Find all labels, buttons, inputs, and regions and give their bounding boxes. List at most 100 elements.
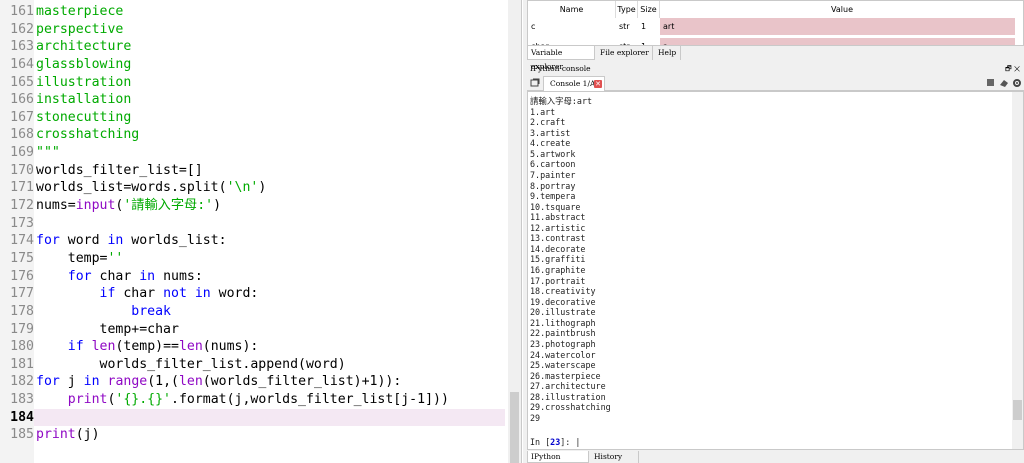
code-token: '\n' — [226, 180, 259, 196]
ipython-console-output[interactable]: 請輸入字母:art 1.art 2.craft 3.artist 4.create 5.a… — [527, 91, 1024, 450]
code-token: '' — [107, 250, 124, 266]
code-line[interactable]: 174 for word in worlds_list: — [0, 232, 505, 250]
code-token: illustration — [36, 74, 132, 90]
new-console-icon[interactable] — [529, 78, 540, 89]
console-toolbar: Console 1/A ✕ — [527, 76, 1024, 91]
code-line[interactable]: 170 worlds_filter_list=[] — [0, 161, 505, 180]
code-token: len — [178, 374, 203, 390]
code-line[interactable]: 176 for char in nums: — [0, 267, 505, 286]
code-token: (temp)== — [115, 339, 179, 355]
tab-variable-explorer[interactable]: Variable explorer — [527, 46, 595, 71]
line-number: 181 — [0, 355, 34, 374]
code-line[interactable]: 177 if char not in word: — [0, 285, 505, 303]
code-token: temp= — [36, 250, 108, 266]
code-line[interactable]: 166 installation — [0, 91, 505, 109]
console-title-label: IPython console — [530, 64, 591, 73]
console-output-line: 17.portrait — [530, 275, 586, 286]
code-text: for j in range(1,(len(worlds_filter_list… — [34, 374, 401, 389]
line-number: 166 — [0, 91, 34, 109]
code-line[interactable]: 162 perspective — [0, 20, 505, 39]
line-number: 169 — [0, 144, 34, 162]
code-line[interactable]: 185 print(j) — [0, 426, 505, 445]
console-scrollbar-thumb[interactable] — [1013, 400, 1022, 420]
column-header-type[interactable]: Type — [616, 1, 638, 18]
code-editor[interactable]: 161 masterpiece 162 perspective 163 architect… — [0, 0, 522, 463]
close-tab-icon[interactable]: ✕ — [594, 80, 602, 88]
code-line[interactable]: 180 if len(temp)==len(nums): — [0, 338, 505, 356]
line-number: 168 — [0, 126, 34, 145]
line-number: 184 — [0, 408, 34, 427]
code-token: """ — [36, 145, 60, 161]
var-value: a — [660, 38, 1015, 45]
line-number: 180 — [0, 338, 34, 356]
var-type: str — [616, 38, 638, 45]
code-line[interactable]: 161 masterpiece — [0, 3, 505, 21]
prompt-prefix: In [ — [530, 437, 551, 447]
tab-history-log[interactable]: History log — [591, 451, 639, 463]
code-line[interactable]: 171 worlds_list=words.split('\n') — [0, 179, 505, 198]
code-token: for — [36, 374, 60, 390]
line-number: 185 — [0, 426, 34, 445]
code-text: worlds_filter_list.append(word) — [34, 357, 346, 372]
column-header-value[interactable]: Value — [660, 1, 1023, 18]
console-input-prompt[interactable]: In [23]: | — [530, 437, 580, 447]
table-row[interactable]: char str 1 a — [528, 38, 1023, 45]
console-output-line: 4.create — [530, 138, 571, 149]
console-output-line: 29 — [530, 412, 541, 423]
var-type: str — [619, 22, 630, 31]
console-output-line: 13.contrast — [530, 233, 586, 244]
code-line[interactable]: 165 illustration — [0, 73, 505, 92]
code-line[interactable]: 183 print('{}.{}'.format(j,worlds_filter… — [0, 391, 505, 409]
column-header-name[interactable]: Name — [528, 1, 616, 18]
code-text: glassblowing — [34, 57, 131, 72]
stop-icon[interactable] — [985, 78, 996, 89]
code-line[interactable]: 179 temp+=char — [0, 320, 505, 339]
code-token: worlds_filter_list=[] — [36, 162, 203, 178]
console-output-line: 25.waterscape — [530, 360, 596, 371]
code-line[interactable]: 164 glassblowing — [0, 55, 505, 74]
console-scrollbar[interactable] — [1012, 92, 1023, 449]
code-line[interactable]: 184 — [0, 408, 505, 427]
code-text: print(j) — [34, 427, 100, 442]
undock-close-icon[interactable]: 🗗 ✕ — [1005, 62, 1020, 76]
variable-explorer-table[interactable]: Name Type Size Value c str 1 art char st… — [527, 0, 1024, 46]
code-text: if len(temp)==len(nums): — [34, 339, 259, 355]
code-line[interactable]: 178 break — [0, 302, 505, 321]
code-line[interactable]: 163 architecture — [0, 38, 505, 56]
code-token: architecture — [36, 39, 132, 55]
code-text: temp+=char — [34, 322, 179, 337]
tab-help[interactable]: Help — [655, 46, 681, 60]
editor-scrollbar-thumb[interactable] — [510, 392, 519, 463]
code-token: ) — [213, 198, 222, 214]
code-line[interactable]: 172 nums=input('請輸入字母:') — [0, 197, 505, 215]
code-text: temp='' — [34, 250, 124, 266]
table-row[interactable]: c str 1 art — [528, 18, 1023, 35]
code-line[interactable]: 169 """ — [0, 144, 505, 162]
gear-icon[interactable] — [1011, 78, 1022, 89]
var-value: art — [660, 18, 1015, 35]
code-token: j — [59, 374, 84, 390]
eraser-icon[interactable] — [998, 78, 1009, 89]
code-line[interactable]: 181 worlds_filter_list.append(word) — [0, 355, 505, 374]
code-text: architecture — [34, 39, 131, 54]
tab-console-1a[interactable]: Console 1/A ✕ — [543, 76, 605, 91]
editor-lines[interactable]: 161 masterpiece 162 perspective 163 architect… — [0, 3, 505, 445]
code-line[interactable]: 168 crosshatching — [0, 126, 505, 145]
code-token: word — [59, 233, 108, 249]
tab-ipython-console[interactable]: IPython console — [527, 451, 589, 463]
line-number: 171 — [0, 179, 34, 198]
console-output-line: 19.decorative — [530, 296, 596, 307]
code-line[interactable]: 167 stonecutting — [0, 108, 505, 127]
prompt-suffix: ]: | — [560, 437, 581, 447]
tab-file-explorer[interactable]: File explorer — [597, 46, 653, 60]
code-token: not — [163, 286, 187, 302]
var-size: 1 — [638, 38, 660, 45]
code-token: worlds_list=words.split( — [36, 180, 227, 196]
code-line[interactable]: 173 — [0, 214, 505, 233]
code-line[interactable]: 175 temp='' — [0, 249, 505, 268]
column-header-size[interactable]: Size — [638, 1, 660, 18]
code-line[interactable]: 182 for j in range(1,(len(worlds_filter_l… — [0, 373, 505, 392]
